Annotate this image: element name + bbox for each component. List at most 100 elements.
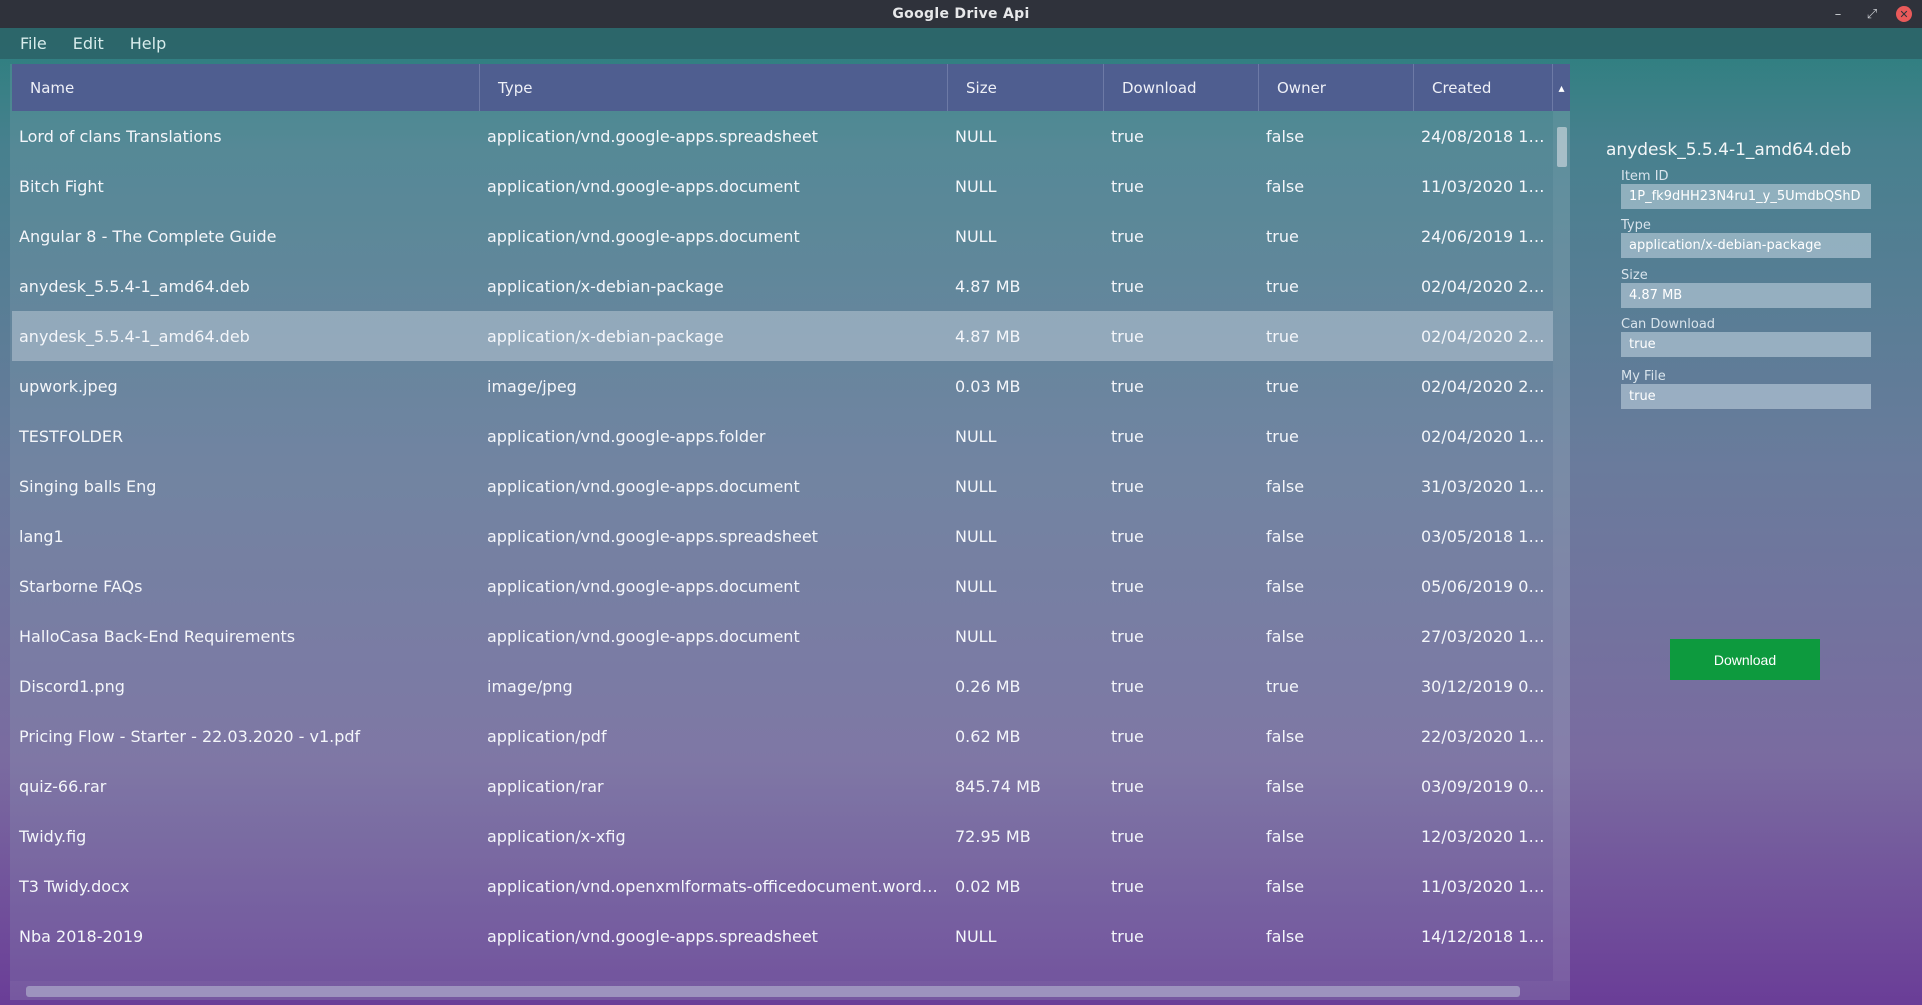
cell-name: Bitch Fight	[19, 176, 104, 196]
cell-type: application/vnd.google-apps.document	[487, 576, 800, 596]
cell-download: true	[1111, 176, 1144, 196]
cell-owner: false	[1266, 526, 1305, 546]
table-row[interactable]: Nba 2018-2019 application/vnd.google-apps…	[12, 911, 1553, 961]
table-row[interactable]: TESTFOLDER application/vnd.google-apps.fo…	[12, 411, 1553, 461]
app-window: File Edit Help Name Type Size Download O…	[0, 28, 1922, 1005]
vertical-scroll-thumb[interactable]	[1557, 127, 1567, 167]
cell-size: NULL	[955, 526, 997, 546]
cell-size: NULL	[955, 226, 997, 246]
cell-name: anydesk_5.5.4-1_amd64.deb	[19, 276, 250, 296]
cell-created: 02/04/2020 20:4...	[1421, 326, 1553, 346]
cell-owner: false	[1266, 926, 1305, 946]
minimize-icon[interactable]: –	[1828, 4, 1848, 24]
cell-created: 12/03/2020 10:0...	[1421, 826, 1553, 846]
type-field[interactable]: application/x-debian-package	[1621, 233, 1871, 258]
item-id-label: Item ID	[1621, 169, 1669, 184]
cell-name: Nba 2018-2019	[19, 926, 144, 946]
cell-created: 02/04/2020 20:3...	[1421, 376, 1553, 396]
cell-owner: true	[1266, 376, 1299, 396]
cell-type: application/vnd.google-apps.spreadsheet	[487, 126, 818, 146]
cell-type: application/x-debian-package	[487, 276, 724, 296]
my-file-field[interactable]: true	[1621, 384, 1871, 409]
cell-size: 0.03 MB	[955, 376, 1021, 396]
cell-name: Discord1.png	[19, 676, 125, 696]
vertical-scrollbar[interactable]	[1553, 111, 1570, 981]
size-field[interactable]: 4.87 MB	[1621, 283, 1871, 308]
cell-created: 31/03/2020 19:2...	[1421, 476, 1553, 496]
cell-owner: false	[1266, 726, 1305, 746]
cell-type: image/jpeg	[487, 376, 577, 396]
cell-size: NULL	[955, 576, 997, 596]
menu-bar: File Edit Help	[0, 28, 1922, 59]
menu-edit[interactable]: Edit	[73, 34, 104, 53]
cell-download: true	[1111, 126, 1144, 146]
cell-owner: false	[1266, 826, 1305, 846]
cell-created: 11/03/2020 18:2...	[1421, 876, 1553, 896]
window-controls: – ⤢ ✕	[1828, 4, 1912, 24]
table-row[interactable]: Singing balls Eng application/vnd.google-…	[12, 461, 1553, 511]
table-row[interactable]: quiz-66.rar application/rar 845.74 MB true f…	[12, 761, 1553, 811]
column-header-name[interactable]: Name	[12, 64, 480, 111]
table-row[interactable]: Bitch Fight application/vnd.google-apps.d…	[12, 161, 1553, 211]
cell-name: T3 Twidy.docx	[19, 876, 130, 896]
horizontal-scrollbar[interactable]	[10, 981, 1570, 1000]
table-row[interactable]: upwork.jpeg image/jpeg 0.03 MB true true 02/0…	[12, 361, 1553, 411]
cell-name: Pricing Flow - Starter - 22.03.2020 - v1…	[19, 726, 361, 746]
my-file-label: My File	[1621, 369, 1666, 384]
table-header: Name Type Size Download Owner Created	[12, 64, 1553, 111]
table-row[interactable]: HalloCasa Back-End Requirements applicati…	[12, 611, 1553, 661]
table-row[interactable]: Starborne FAQs application/vnd.google-app…	[12, 561, 1553, 611]
column-header-download[interactable]: Download	[1104, 64, 1259, 111]
detail-file-name: anydesk_5.5.4-1_amd64.deb	[1606, 140, 1852, 160]
cell-download: true	[1111, 876, 1144, 896]
can-download-field[interactable]: true	[1621, 332, 1871, 357]
files-table: Name Type Size Download Owner Created ▴ …	[10, 64, 1570, 1000]
cell-size: 4.87 MB	[955, 326, 1021, 346]
horizontal-scroll-thumb[interactable]	[26, 986, 1520, 997]
download-button[interactable]: Download	[1670, 639, 1820, 680]
cell-created: 24/08/2018 14:3...	[1421, 126, 1553, 146]
column-header-created[interactable]: Created	[1414, 64, 1553, 111]
table-row[interactable]: Pricing Flow - Starter - 22.03.2020 - v1…	[12, 711, 1553, 761]
cell-download: true	[1111, 226, 1144, 246]
size-label: Size	[1621, 268, 1648, 283]
cell-type: application/vnd.google-apps.document	[487, 626, 800, 646]
can-download-label: Can Download	[1621, 317, 1716, 332]
column-header-size[interactable]: Size	[948, 64, 1104, 111]
maximize-icon[interactable]: ⤢	[1862, 4, 1882, 24]
cell-download: true	[1111, 376, 1144, 396]
item-id-field[interactable]: 1P_fk9dHH23N4ru1_y_5UmdbQShD	[1621, 184, 1871, 209]
cell-created: 03/05/2018 15:1...	[1421, 526, 1553, 546]
cell-owner: true	[1266, 326, 1299, 346]
table-row[interactable]: Angular 8 - The Complete Guide applicatio…	[12, 211, 1553, 261]
table-row[interactable]: Twidy.fig application/x-xfig 72.95 MB true f…	[12, 811, 1553, 861]
cell-download: true	[1111, 276, 1144, 296]
table-row[interactable]: lang1 application/vnd.google-apps.spreads…	[12, 511, 1553, 561]
cell-name: HalloCasa Back-End Requirements	[19, 626, 296, 646]
cell-type: application/x-xfig	[487, 826, 626, 846]
cell-owner: false	[1266, 126, 1305, 146]
table-row[interactable]: Discord1.png image/png 0.26 MB true true 30/1…	[12, 661, 1553, 711]
cell-name: Angular 8 - The Complete Guide	[19, 226, 277, 246]
close-icon[interactable]: ✕	[1896, 6, 1912, 22]
cell-owner: false	[1266, 476, 1305, 496]
column-header-owner[interactable]: Owner	[1259, 64, 1414, 111]
cell-created: 22/03/2020 14:1...	[1421, 726, 1553, 746]
table-row[interactable]: anydesk_5.5.4-1_amd64.deb application/x-d…	[12, 261, 1553, 311]
cell-name: Twidy.fig	[19, 826, 87, 846]
table-row[interactable]: T3 Twidy.docx application/vnd.openxmlform…	[12, 861, 1553, 911]
cell-type: application/vnd.google-apps.folder	[487, 426, 766, 446]
table-row[interactable]: anydesk_5.5.4-1_amd64.deb application/x-d…	[12, 311, 1553, 361]
sort-arrow-icon[interactable]: ▴	[1553, 64, 1570, 111]
cell-created: 02/04/2020 20:5...	[1421, 276, 1553, 296]
column-header-type[interactable]: Type	[480, 64, 948, 111]
table-row[interactable]: Lord of clans Translations application/vn…	[12, 111, 1553, 161]
cell-type: application/vnd.google-apps.spreadsheet	[487, 926, 818, 946]
cell-created: 02/04/2020 17:3...	[1421, 426, 1553, 446]
cell-download: true	[1111, 326, 1144, 346]
cell-owner: false	[1266, 576, 1305, 596]
menu-file[interactable]: File	[20, 34, 47, 53]
cell-download: true	[1111, 826, 1144, 846]
menu-help[interactable]: Help	[130, 34, 166, 53]
cell-size: NULL	[955, 126, 997, 146]
